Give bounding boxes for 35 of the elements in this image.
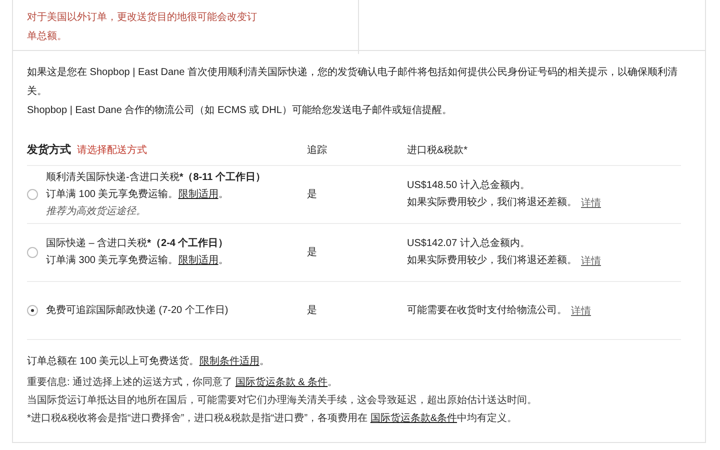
- tracking-value: 是: [307, 246, 317, 260]
- duty-text: 可能需要在收货时支付给物流公司。: [407, 304, 567, 318]
- column-header: 发货方式: [27, 142, 71, 157]
- terms-link[interactable]: 国际货运条款 & 条件: [235, 377, 328, 388]
- details-link[interactable]: 详情: [581, 196, 601, 210]
- duty-text: US$142.07 计入总金额内。: [407, 237, 531, 251]
- duty-text: US$148.50 计入总金额内。: [407, 179, 531, 193]
- column-header: 追踪: [307, 144, 327, 156]
- terms-link[interactable]: 限制适用: [178, 255, 218, 266]
- free-shipping-note: 订单满 100 美元享免费运输。限制适用。: [46, 188, 230, 202]
- recommendation-text: 推荐为高效货运途径。: [46, 204, 147, 218]
- notice-text: 对于美国以外订单，更改送货目的地很可能会改变订单总额。: [27, 10, 257, 44]
- tracking-value: 是: [307, 304, 317, 318]
- tracking-value: 是: [307, 188, 317, 202]
- free-shipping-note: 订单满 300 美元享免费运输。限制适用。: [46, 254, 228, 268]
- prompt-text: 请选择配送方式: [77, 144, 147, 156]
- terms-link[interactable]: 限制适用: [178, 188, 218, 200]
- details-link[interactable]: 详情: [581, 254, 601, 268]
- intro-paragraph: 如果这是您在 Shopbop | East Dane 首次使用顺利清关国际快递，您的发货确认电子邮件将包括如何提供公民身份证号码的相关提示，以确保顺利清关。 Shopbop | East Dane 合作的物流公司（如 ECMS 或 DHL）可能给您发送电子邮件或短信提醒。: [27, 66, 678, 118]
- fine-print: *进口税&税收将会是指“进口费择舍”，进口税&税款是指“进口费”，各项费用在 国际货运条款&条件中均有定义。: [27, 412, 518, 426]
- duty-text: 如果实际费用较少，我们将退还差额。: [407, 254, 577, 268]
- free-shipping-text: 订单总额在 100 美元以上可免费送货。限制条件适用。: [27, 354, 270, 368]
- details-link[interactable]: 详情: [571, 304, 591, 318]
- radio-button[interactable]: [27, 305, 38, 316]
- terms-link[interactable]: 限制条件适用: [199, 356, 260, 367]
- column-header: 进口税&税款*: [407, 144, 468, 156]
- fine-print: 重要信息: 通过选择上述的运送方式，你同意了 国际货运条款 & 条件。: [27, 376, 339, 390]
- fine-print: 当国际货运订单抵达目的地所在国后，可能需要对它们办理海关清关手续，这会导致延迟，超出原始估计送达时间。: [27, 394, 538, 408]
- method-title: 国际快递 – 含进口关税*（2-4 个工作日）: [46, 237, 228, 251]
- radio-button[interactable]: [27, 247, 38, 258]
- terms-link[interactable]: 国际货运条款&条件: [370, 413, 458, 424]
- method-title: 免费可追踪国际邮政快递 (7-20 个工作日): [46, 304, 228, 318]
- duty-text: 如果实际费用较少，我们将退还差额。: [407, 196, 577, 210]
- radio-button[interactable]: [27, 189, 38, 200]
- method-title: 顺利清关国际快递-含进口关税*（8-11 个工作日）: [46, 170, 266, 184]
